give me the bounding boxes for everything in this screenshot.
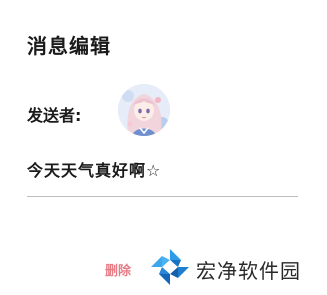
page-title: 消息编辑: [27, 34, 111, 58]
watermark-text: 宏净软件园: [196, 259, 301, 283]
pinwheel-logo-icon: [151, 249, 189, 285]
message-text: 今天天气真好啊☆: [27, 161, 162, 180]
watermark: 宏净软件园: [148, 246, 318, 288]
sender-row: 发送者:: [27, 83, 307, 143]
avatar[interactable]: [118, 84, 170, 136]
delete-button[interactable]: 删除: [105, 260, 131, 279]
avatar-image: [118, 84, 170, 136]
sender-label: 发送者:: [27, 106, 82, 125]
divider: [27, 196, 298, 197]
